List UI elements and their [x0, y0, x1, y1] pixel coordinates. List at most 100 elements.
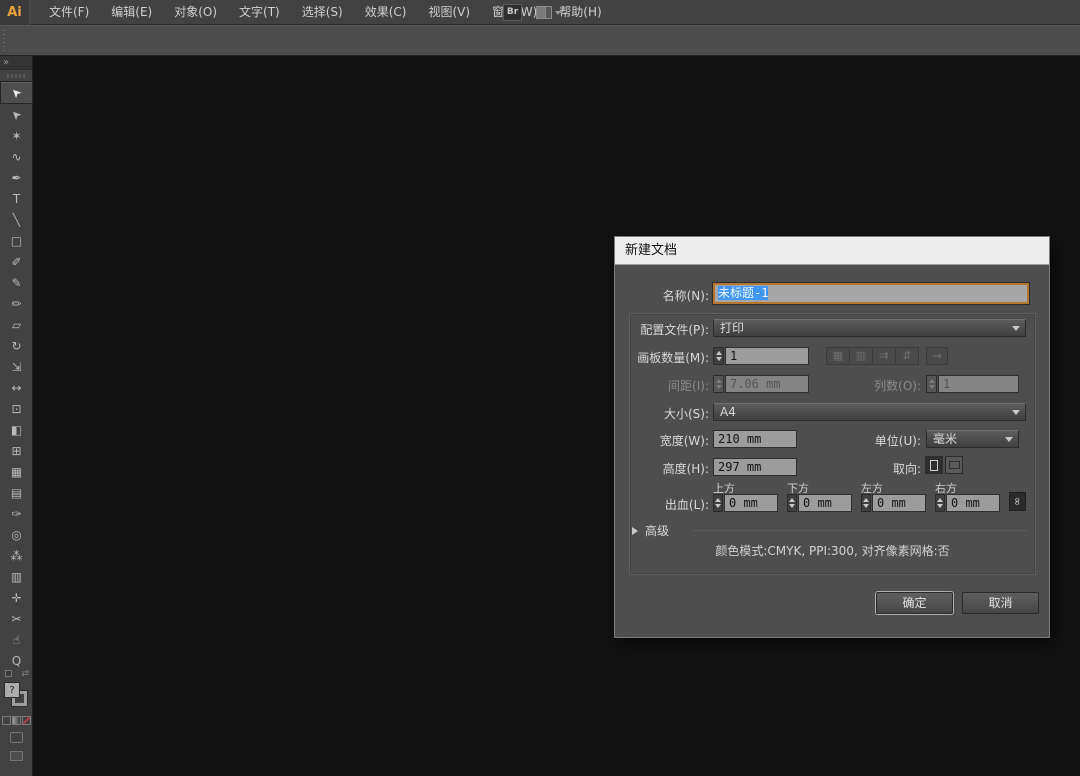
grid-by-column-button[interactable]: ▥: [849, 347, 873, 365]
arrange-by-row-button[interactable]: ⇉: [872, 347, 896, 365]
bleed-top-input[interactable]: 0 mm: [724, 494, 778, 512]
workspace-switcher-button[interactable]: [536, 5, 566, 20]
orientation-portrait-button[interactable]: [925, 456, 943, 474]
tool-eyedropper-tool[interactable]: ✑: [0, 503, 33, 524]
menu-object[interactable]: 对象(O): [163, 0, 228, 24]
grid-by-row-button[interactable]: ▦: [826, 347, 850, 365]
tool-artboard-tool[interactable]: ✛: [0, 587, 33, 608]
bleed-right-stepper[interactable]: [935, 494, 945, 512]
orientation-landscape-button[interactable]: [945, 456, 963, 474]
profile-dropdown[interactable]: 打印: [713, 319, 1026, 337]
advanced-toggle[interactable]: 高级: [645, 522, 669, 539]
link-bleed-values-button[interactable]: ∞: [1009, 492, 1026, 511]
swap-fill-stroke-button[interactable]: ⇄: [0, 668, 33, 680]
name-input-selected-text: 未标题-1: [718, 286, 768, 300]
menu-view[interactable]: 视图(V): [417, 0, 481, 24]
tool-pencil-tool[interactable]: ✎: [0, 272, 33, 293]
direct-selection-tool-icon: ➤: [9, 107, 25, 123]
free-transform-tool-icon: ⊡: [11, 403, 21, 415]
illustrator-app: Ai 文件(F)编辑(E)对象(O)文字(T)选择(S)效果(C)视图(V)窗口…: [0, 0, 1080, 776]
color-mode-button[interactable]: [2, 716, 11, 725]
tool-rectangle-tool[interactable]: □: [0, 230, 33, 251]
none-mode-button[interactable]: [22, 716, 31, 725]
tool-magic-wand-tool[interactable]: ✶: [0, 125, 33, 146]
line-segment-tool-icon: ╲: [13, 214, 20, 226]
type-tool-icon: T: [13, 193, 20, 205]
columns-input[interactable]: 1: [938, 375, 1019, 393]
landscape-page-icon: [949, 461, 960, 469]
tool-rotate-tool[interactable]: ↻: [0, 335, 33, 356]
tool-slice-tool[interactable]: ✂: [0, 608, 33, 629]
draw-mode-button[interactable]: [10, 732, 23, 743]
zoom-tool-icon: Q: [12, 655, 21, 667]
tool-perspective-grid-tool[interactable]: ⊞: [0, 440, 33, 461]
bleed-right-input[interactable]: 0 mm: [946, 494, 1000, 512]
pencil-tool-icon: ✎: [11, 277, 21, 289]
bleed-left-stepper[interactable]: [861, 494, 871, 512]
profile-label: 配置文件(P):: [615, 321, 709, 338]
slice-tool-icon: ✂: [11, 613, 21, 625]
width-tool-icon: ↔: [11, 382, 21, 394]
control-bar-grip[interactable]: [3, 30, 5, 52]
bleed-left-input[interactable]: 0 mm: [872, 494, 926, 512]
magic-wand-tool-icon: ✶: [11, 130, 21, 142]
gradient-mode-button[interactable]: [12, 716, 21, 725]
new-document-dialog: 新建文档 名称(N): 未标题-1 配置文件(P): 打印 画板数量(M): 1…: [614, 236, 1050, 638]
units-dropdown[interactable]: 毫米: [926, 430, 1019, 448]
rotate-tool-icon: ↻: [11, 340, 21, 352]
cancel-button[interactable]: 取消: [962, 592, 1039, 614]
artboards-input[interactable]: 1: [725, 347, 809, 365]
tool-mesh-tool[interactable]: ▦: [0, 461, 33, 482]
paint-mode-buttons: [0, 716, 33, 725]
spacing-input[interactable]: 7.06 mm: [725, 375, 809, 393]
units-dropdown-value: 毫米: [933, 432, 957, 446]
dialog-titlebar[interactable]: 新建文档: [615, 237, 1049, 265]
tool-eraser-tool[interactable]: ▱: [0, 314, 33, 335]
tools-panel-grip[interactable]: [7, 74, 25, 78]
width-input[interactable]: 210 mm: [713, 430, 797, 448]
go-to-bridge-button[interactable]: Br: [503, 4, 522, 21]
tool-width-tool[interactable]: ↔: [0, 377, 33, 398]
tool-selection-tool[interactable]: ➤: [0, 81, 33, 104]
columns-stepper[interactable]: [926, 375, 937, 393]
tool-lasso-tool[interactable]: ∿: [0, 146, 33, 167]
tool-scale-tool[interactable]: ⇲: [0, 356, 33, 377]
tool-pen-tool[interactable]: ✒: [0, 167, 33, 188]
ok-button[interactable]: 确定: [876, 592, 953, 614]
lasso-tool-icon: ∿: [11, 151, 21, 163]
tool-type-tool[interactable]: T: [0, 188, 33, 209]
arrange-by-column-button[interactable]: ⇵: [895, 347, 919, 365]
artboards-stepper[interactable]: [713, 347, 724, 365]
bleed-bottom-stepper[interactable]: [787, 494, 797, 512]
fill-swatch[interactable]: ?: [4, 682, 20, 698]
menu-type[interactable]: 文字(T): [228, 0, 291, 24]
tool-column-graph-tool[interactable]: ▥: [0, 566, 33, 587]
tool-symbol-sprayer-tool[interactable]: ⁂: [0, 545, 33, 566]
tool-paintbrush-tool[interactable]: ✐: [0, 251, 33, 272]
screen-mode-button[interactable]: [10, 751, 23, 761]
tool-hand-tool[interactable]: ☝: [0, 629, 33, 650]
tools-panel-collapse-button[interactable]: »: [0, 56, 32, 70]
tool-blend-tool[interactable]: ◎: [0, 524, 33, 545]
size-dropdown[interactable]: A4: [713, 403, 1026, 421]
blob-brush-tool-icon: ✏: [11, 298, 21, 310]
tool-line-segment-tool[interactable]: ╲: [0, 209, 33, 230]
bleed-bottom-input[interactable]: 0 mm: [798, 494, 852, 512]
menu-effect[interactable]: 效果(C): [354, 0, 418, 24]
name-input[interactable]: 未标题-1: [713, 283, 1029, 304]
spacing-label: 间距(I):: [615, 377, 709, 394]
menu-select[interactable]: 选择(S): [291, 0, 354, 24]
menu-edit[interactable]: 编辑(E): [100, 0, 163, 24]
tool-direct-selection-tool[interactable]: ➤: [0, 104, 33, 125]
tool-shape-builder-tool[interactable]: ◧: [0, 419, 33, 440]
menu-file[interactable]: 文件(F): [38, 0, 100, 24]
spacing-stepper[interactable]: [713, 375, 724, 393]
tool-gradient-tool[interactable]: ▤: [0, 482, 33, 503]
tool-free-transform-tool[interactable]: ⊡: [0, 398, 33, 419]
change-to-right-to-left-button[interactable]: →: [926, 347, 948, 365]
height-input[interactable]: 297 mm: [713, 458, 797, 476]
tool-blob-brush-tool[interactable]: ✏: [0, 293, 33, 314]
size-label: 大小(S):: [615, 405, 709, 422]
gradient-tool-icon: ▤: [11, 487, 22, 499]
bleed-top-stepper[interactable]: [713, 494, 723, 512]
